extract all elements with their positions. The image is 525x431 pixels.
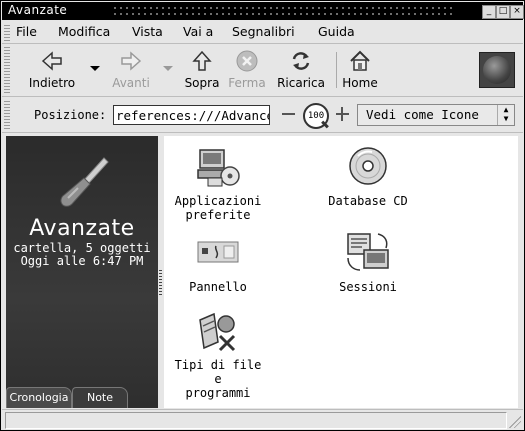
stop-icon xyxy=(236,50,258,72)
menu-file[interactable]: File xyxy=(16,24,37,39)
sidebar-info: cartella, 5 oggetti Oggi alle 6:47 PM xyxy=(6,242,158,268)
file-item-file-types[interactable]: Tipi di file e programmi xyxy=(168,306,268,400)
status-bar xyxy=(2,409,523,430)
file-label-line1: Pannello xyxy=(189,280,247,294)
sidebar-panel: Avanzate cartella, 5 oggetti Oggi alle 6… xyxy=(6,136,158,408)
zoom-out-icon[interactable] xyxy=(282,113,295,115)
reload-button[interactable]: Ricarica xyxy=(272,49,330,93)
file-item-panel[interactable]: Pannello xyxy=(168,228,268,294)
back-label: Indietro xyxy=(28,76,76,90)
stop-label: Ferma xyxy=(228,76,266,90)
zoom-level-control[interactable]: 100 xyxy=(301,102,331,132)
throbber-orb-icon xyxy=(483,56,511,84)
splitter-grip xyxy=(159,270,162,296)
forward-label: Avanti xyxy=(112,76,150,90)
up-button[interactable]: Sopra xyxy=(180,49,224,93)
toolbar-handle[interactable] xyxy=(4,47,10,93)
screwdriver-icon xyxy=(60,157,109,207)
menubar-handle[interactable] xyxy=(4,23,10,41)
file-label-line1: Database CD xyxy=(328,194,408,208)
location-label: Posizione: xyxy=(34,108,107,122)
content-edge xyxy=(518,136,523,408)
resize-grip-icon[interactable] xyxy=(509,416,521,428)
file-label-line1: Sessioni xyxy=(339,280,397,294)
view-mode-value: Vedi come Icone xyxy=(366,107,479,122)
file-view: Applicazioni preferite Database CD Panne… xyxy=(164,136,518,408)
forward-history-dropdown[interactable] xyxy=(163,66,173,71)
home-label: Home xyxy=(342,76,378,90)
reload-label: Ricarica xyxy=(277,76,325,90)
toolbar: Indietro Avanti Sopra Ferma Ricarica Hom… xyxy=(2,44,523,97)
reload-icon xyxy=(292,52,310,70)
file-item-preferred-apps[interactable]: Applicazioni preferite xyxy=(168,142,268,222)
file-label-line1: Tipi di file e xyxy=(174,358,262,386)
sidebar-tabs: Cronologia Note xyxy=(6,387,158,408)
file-types-icon xyxy=(199,312,236,352)
home-icon xyxy=(350,50,370,71)
window-title: Avanzate xyxy=(8,3,68,17)
stop-button[interactable]: Ferma xyxy=(226,49,268,93)
title-bar[interactable]: Avanzate _ □ × xyxy=(2,2,524,20)
back-arrow-icon xyxy=(41,51,62,71)
tab-cronologia[interactable]: Cronologia xyxy=(6,387,72,408)
activity-throbber xyxy=(479,52,515,88)
up-arrow-icon xyxy=(192,50,212,71)
file-label-line2: programmi xyxy=(185,386,251,400)
file-label-line1: Applicazioni xyxy=(174,194,262,208)
zoom-in-icon-vertical xyxy=(341,107,343,121)
file-item-sessions[interactable]: Sessioni xyxy=(318,228,418,294)
back-history-dropdown[interactable] xyxy=(90,66,100,71)
tab-note[interactable]: Note xyxy=(72,387,128,408)
cd-icon xyxy=(349,147,387,185)
status-text xyxy=(5,412,507,429)
close-button[interactable]: × xyxy=(510,5,524,19)
home-button[interactable]: Home xyxy=(342,49,378,93)
menu-guida[interactable]: Guida xyxy=(318,24,355,39)
view-mode-select[interactable]: Vedi come Icone ▲ ▼ xyxy=(357,104,515,126)
menu-vista[interactable]: Vista xyxy=(132,24,163,39)
maximize-button[interactable]: □ xyxy=(496,5,510,19)
file-manager-window: Avanzate _ □ × File Modifica Vista Vai a… xyxy=(0,0,525,431)
view-mode-spin-icon[interactable]: ▲ ▼ xyxy=(497,105,514,125)
panel-icon xyxy=(197,241,239,263)
file-item-cd-database[interactable]: Database CD xyxy=(318,142,418,208)
toolbar-separator xyxy=(336,52,337,88)
menu-bar: File Modifica Vista Vai a Segnalibri Gui… xyxy=(2,21,523,44)
location-input[interactable]: references:///Advanced xyxy=(113,105,270,125)
file-label-line2: preferite xyxy=(185,208,251,222)
menu-segnalibri[interactable]: Segnalibri xyxy=(232,24,295,39)
menu-vai-a[interactable]: Vai a xyxy=(183,24,213,39)
sidebar-title: Avanzate xyxy=(29,216,135,241)
title-grip xyxy=(112,5,452,17)
up-label: Sopra xyxy=(184,76,220,90)
forward-button[interactable]: Avanti xyxy=(106,49,156,93)
location-bar: Posizione: references:///Advanced 100 Ve… xyxy=(2,97,523,133)
minimize-button[interactable]: _ xyxy=(482,5,496,19)
forward-arrow-icon xyxy=(121,51,142,71)
preferred-apps-icon xyxy=(197,149,240,187)
menu-modifica[interactable]: Modifica xyxy=(58,24,110,39)
locationbar-handle[interactable] xyxy=(4,100,10,129)
back-button[interactable]: Indietro xyxy=(22,49,82,93)
sidebar-info-date: Oggi alle 6:47 PM xyxy=(20,254,144,268)
sessions-icon xyxy=(347,233,389,271)
